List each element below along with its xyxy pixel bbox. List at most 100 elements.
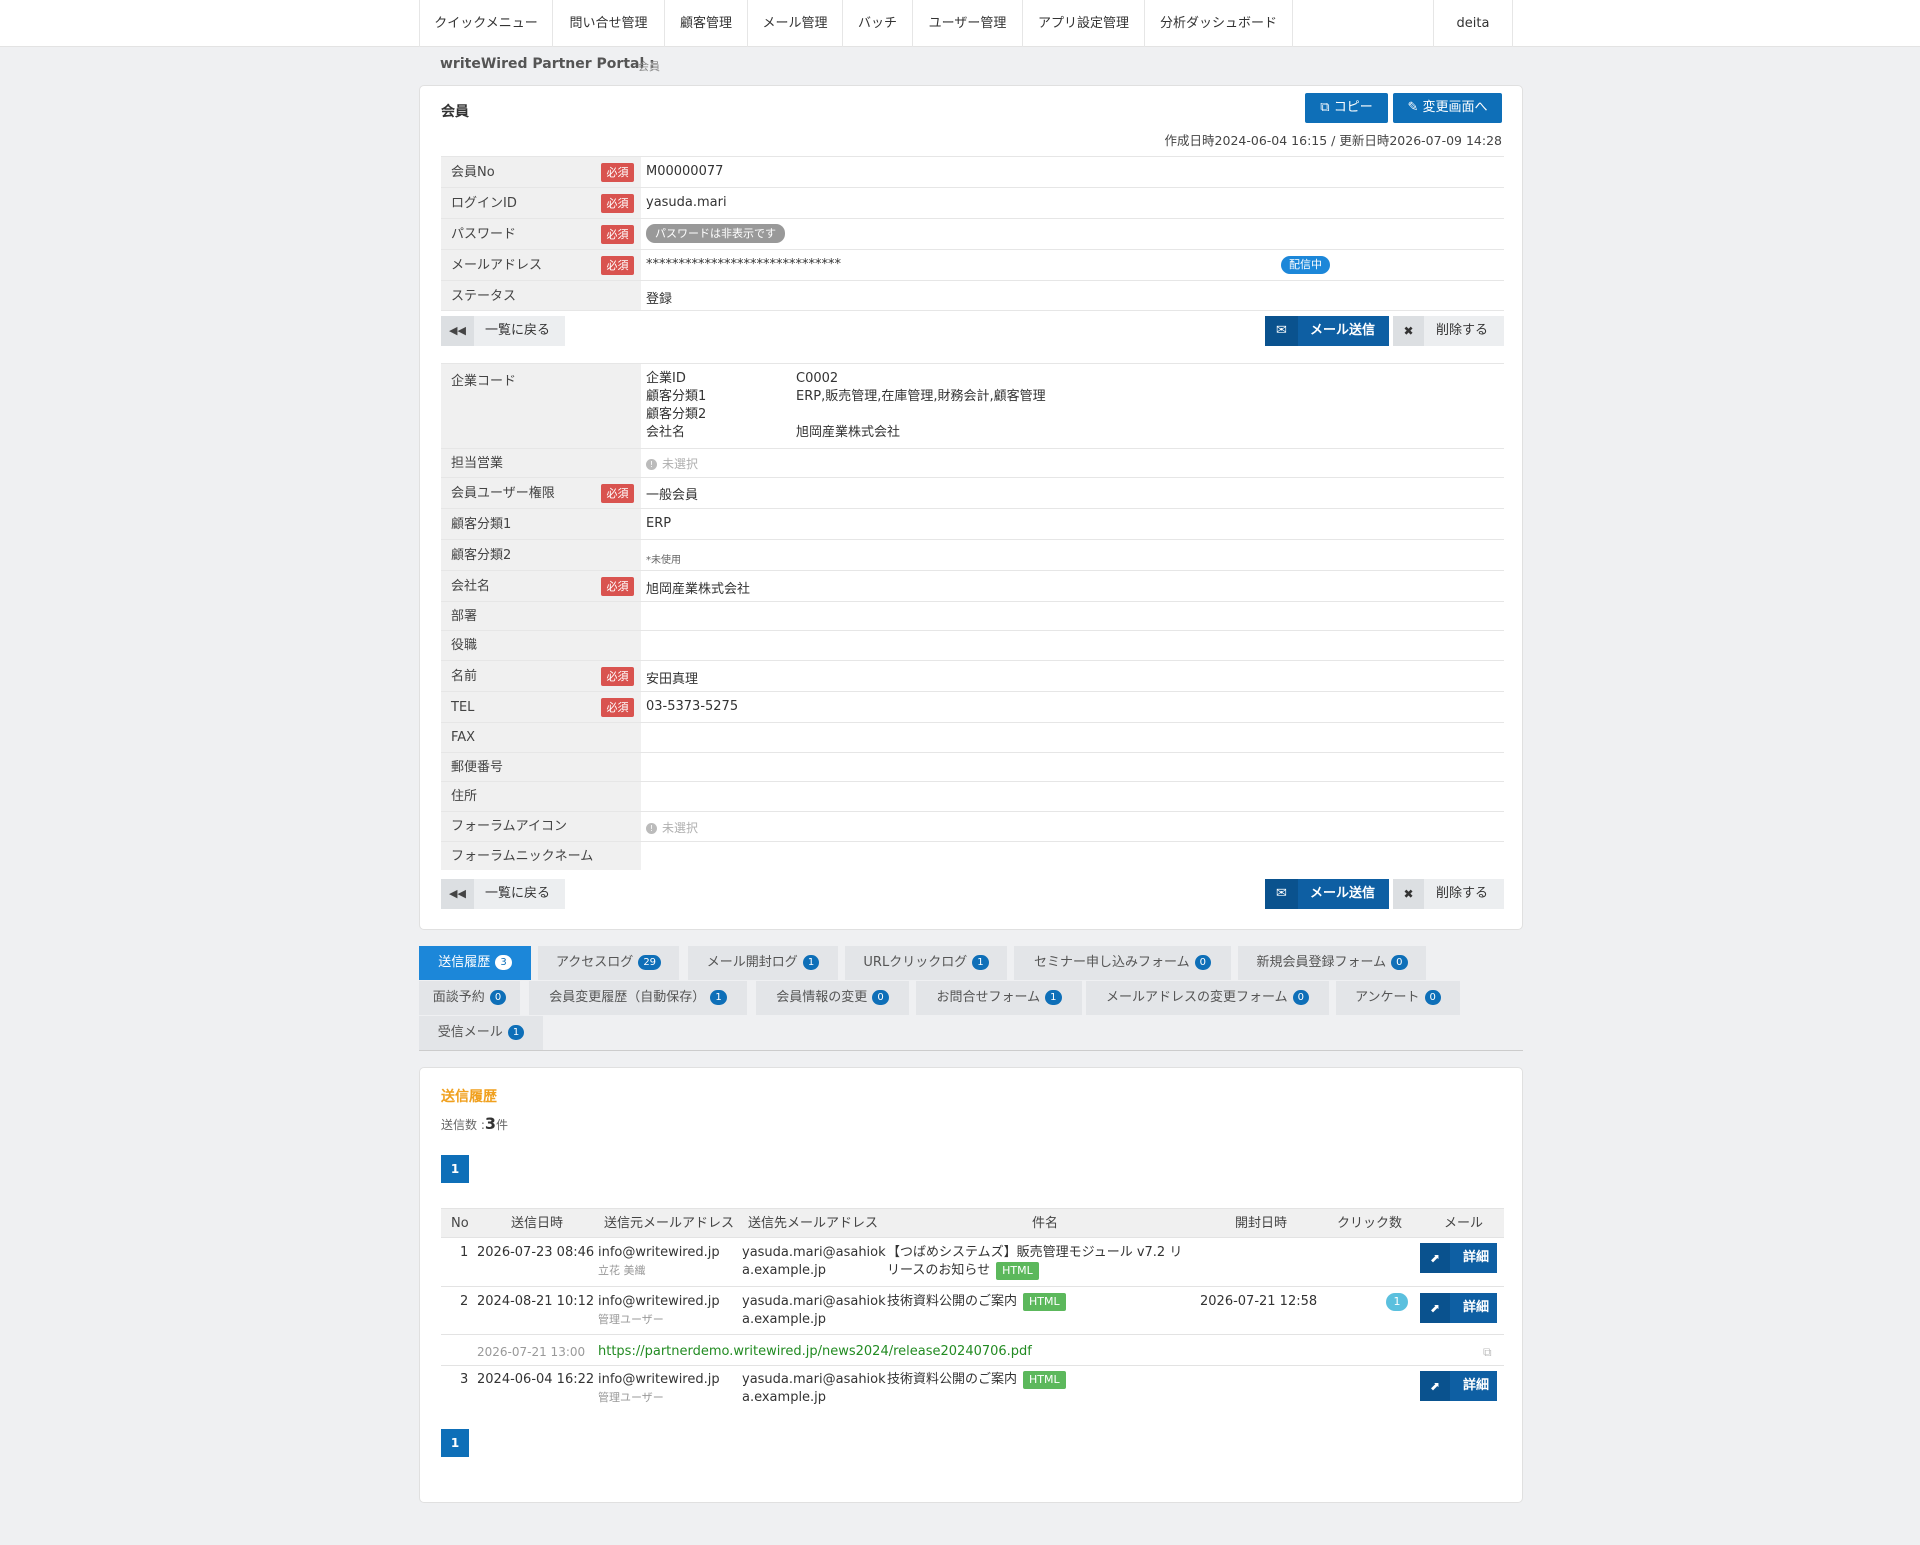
- tab-received-mail[interactable]: 受信メール 1: [419, 1016, 543, 1050]
- tab-survey[interactable]: アンケート 0: [1336, 981, 1460, 1015]
- tab-label: 会員変更履歴（自動保存）: [549, 990, 706, 1005]
- nav-user[interactable]: ユーザー管理: [913, 0, 1023, 47]
- tab-count: 0: [489, 990, 507, 1005]
- cat1-value: ERP: [646, 516, 672, 531]
- column-header: 件名: [1032, 1216, 1059, 1231]
- field-label: 企業コード: [441, 364, 641, 448]
- timestamps: 作成日時2024-06-04 16:15 / 更新日時2026-07-09 14…: [1164, 133, 1502, 148]
- tab-access-log[interactable]: アクセスログ 29: [538, 946, 679, 980]
- delete-button-bottom[interactable]: ✖ 削除する: [1393, 879, 1504, 909]
- company-value: C0002: [796, 371, 839, 386]
- nav-inquiry[interactable]: 問い合せ管理: [553, 0, 665, 47]
- field-row-password: パスワード 必須 パスワードは非表示です: [441, 218, 1504, 249]
- html-badge: HTML: [996, 1262, 1039, 1280]
- back-label: 一覧に戻る: [485, 886, 551, 901]
- required-badge: 必須: [601, 698, 634, 717]
- nav-dashboard[interactable]: 分析ダッシュボード: [1145, 0, 1293, 47]
- external-link-icon: ⬈: [1420, 1243, 1450, 1273]
- panel-title: 会員: [441, 104, 469, 120]
- tab-count: 1: [710, 990, 727, 1005]
- nav-customer[interactable]: 顧客管理: [665, 0, 748, 47]
- send-mail-button-bottom[interactable]: ✉ メール送信: [1265, 879, 1389, 909]
- field-row-tel: TEL 必須 03-5373-5275: [441, 691, 1504, 722]
- detail-button[interactable]: ⬈ 詳細: [1420, 1243, 1497, 1273]
- tab-inquiry-form[interactable]: お問合せフォーム 1: [916, 981, 1082, 1015]
- field-row-role: 会員ユーザー権限 必須 一般会員: [441, 477, 1504, 508]
- tab-member-info-change[interactable]: 会員情報の変更 0: [756, 981, 909, 1015]
- nav-batch[interactable]: バッチ: [843, 0, 913, 47]
- html-badge: HTML: [1023, 1371, 1066, 1389]
- tab-member-change-history[interactable]: 会員変更履歴（自動保存） 1: [529, 981, 747, 1015]
- edit-button[interactable]: ✎ 変更画面へ: [1393, 93, 1502, 123]
- tab-url-click-log[interactable]: URLクリックログ 1: [845, 946, 1007, 980]
- html-badge: HTML: [1023, 1293, 1066, 1311]
- tab-seminar-form[interactable]: セミナー申し込みフォーム 0: [1014, 946, 1231, 980]
- pagination-page-bottom[interactable]: 1: [441, 1429, 469, 1457]
- copy-button[interactable]: ⧉ コピー: [1305, 93, 1388, 123]
- send-count-suffix: 件: [496, 1118, 509, 1132]
- row-subject: 技術資料公開のご案内 HTML: [887, 1293, 1066, 1311]
- delivery-status-badge: 配信中: [1281, 256, 1330, 274]
- company-key: 顧客分類1: [646, 389, 707, 404]
- required-badge: 必須: [601, 577, 634, 596]
- nav-mail[interactable]: メール管理: [748, 0, 843, 47]
- field-row-company: 会社名 必須 旭岡産業株式会社: [441, 570, 1504, 601]
- column-header: メール: [1444, 1216, 1484, 1231]
- member-panel: 会員 ⧉ コピー ✎ 変更画面へ 作成日時2024-06-04 16:15 / …: [419, 85, 1523, 930]
- required-badge: 必須: [601, 484, 634, 503]
- field-label: 顧客分類2: [441, 540, 641, 570]
- back-to-list-button[interactable]: ◀◀ 一覧に戻る: [441, 316, 565, 346]
- user-menu[interactable]: deita: [1433, 0, 1513, 47]
- mail-label: メール送信: [1310, 886, 1376, 901]
- send-mail-button[interactable]: ✉ メール送信: [1265, 316, 1389, 346]
- tab-meeting[interactable]: 面談予約 0: [419, 981, 520, 1015]
- external-link-icon: ⬈: [1420, 1371, 1450, 1401]
- tel-value: 03-5373-5275: [646, 699, 739, 714]
- company-value: 旭岡産業株式会社: [646, 582, 751, 597]
- field-row-forum-icon: フォーラムアイコン ! 未選択: [441, 811, 1504, 841]
- company-value: ERP,販売管理,在庫管理,財務会計,顧客管理: [796, 389, 1046, 404]
- row-to: yasuda.mari@asahiok a.example.jp: [742, 1293, 886, 1329]
- field-label: 顧客分類1: [441, 509, 641, 539]
- field-row-member-no: 会員No 必須 M00000077: [441, 156, 1504, 187]
- field-label: 住所: [441, 782, 641, 811]
- row-divider: [441, 1334, 1504, 1335]
- tab-count: 0: [1194, 955, 1211, 970]
- to-address-line: yasuda.mari@asahiok: [742, 1245, 886, 1260]
- tab-label: URLクリックログ: [863, 955, 968, 970]
- field-label: 担当営業: [441, 449, 641, 477]
- tab-email-change-form[interactable]: メールアドレスの変更フォーム 0: [1086, 981, 1329, 1015]
- nav-quick-menu[interactable]: クイックメニュー: [419, 0, 553, 47]
- login-id-value: yasuda.mari: [646, 195, 727, 210]
- field-row-company-code: 企業コード 企業ID C0002 顧客分類1 ERP,販売管理,在庫管理,財務会計,…: [441, 363, 1504, 448]
- tab-new-member-form[interactable]: 新規会員登録フォーム 0: [1238, 946, 1426, 980]
- detail-button[interactable]: ⬈ 詳細: [1420, 1293, 1497, 1323]
- double-left-icon: ◀◀: [441, 316, 474, 346]
- pagination-page-top[interactable]: 1: [441, 1155, 469, 1183]
- detail-button[interactable]: ⬈ 詳細: [1420, 1371, 1497, 1401]
- status-value: 登録: [646, 292, 673, 307]
- close-icon: ✖: [1393, 879, 1424, 909]
- row-no: 3: [460, 1372, 469, 1387]
- copy-icon[interactable]: ⧉: [1483, 1343, 1492, 1361]
- required-badge: 必須: [601, 256, 634, 275]
- nav-app-settings[interactable]: アプリ設定管理: [1023, 0, 1145, 47]
- copy-icon: ⧉: [1320, 100, 1334, 115]
- tab-mail-open-log[interactable]: メール開封ログ 1: [688, 946, 838, 980]
- tab-count: 0: [1292, 990, 1309, 1005]
- tab-label: 受信メール: [437, 1025, 503, 1040]
- breadcrumb-app: writeWired Partner Portal :: [440, 56, 655, 72]
- send-count-number: 3: [484, 1114, 496, 1133]
- row-subject: 技術資料公開のご案内 HTML: [887, 1371, 1066, 1389]
- tab-send-history[interactable]: 送信履歴 3: [419, 946, 531, 980]
- row-date: 2024-08-21 10:12: [477, 1294, 595, 1309]
- row-date: 2024-06-04 16:22: [477, 1372, 595, 1387]
- click-log-url[interactable]: https://partnerdemo.writewired.jp/news20…: [598, 1343, 1032, 1361]
- to-address-line: yasuda.mari@asahiok: [742, 1294, 886, 1309]
- back-to-list-button-bottom[interactable]: ◀◀ 一覧に戻る: [441, 879, 565, 909]
- delete-button[interactable]: ✖ 削除する: [1393, 316, 1504, 346]
- copy-label: コピー: [1333, 100, 1373, 115]
- to-address-line: a.example.jp: [742, 1263, 827, 1278]
- required-badge: 必須: [601, 163, 634, 182]
- tab-label: メール開封ログ: [706, 955, 798, 970]
